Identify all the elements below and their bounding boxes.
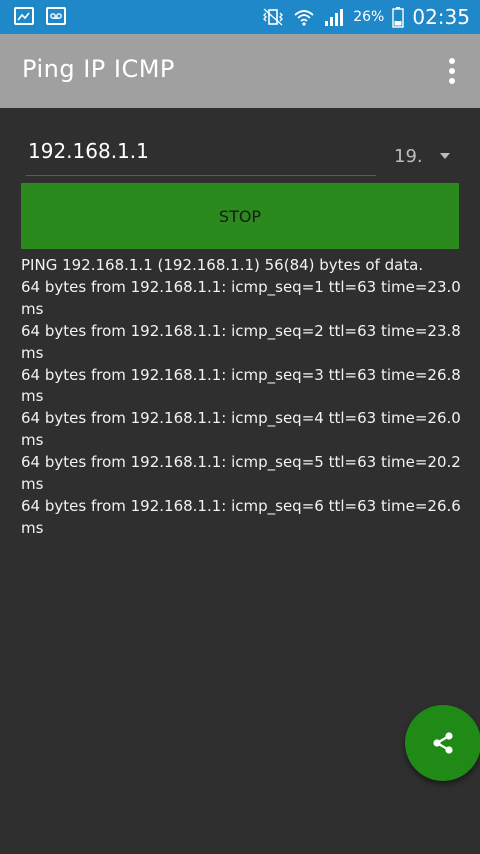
output-line: 64 bytes from 192.168.1.1: icmp_seq=5 tt… bbox=[21, 453, 461, 494]
clock: 02:35 bbox=[412, 5, 470, 29]
system-indicators: 26% 02:35 bbox=[261, 0, 470, 34]
output-line: 64 bytes from 192.168.1.1: icmp_seq=1 tt… bbox=[21, 277, 461, 318]
share-button[interactable] bbox=[405, 705, 480, 781]
output-line: 64 bytes from 192.168.1.1: icmp_seq=3 tt… bbox=[21, 365, 461, 406]
ping-output: PING 192.168.1.1 (192.168.1.1) 56(84) by… bbox=[21, 255, 461, 540]
app-toolbar: Ping IP ICMP bbox=[0, 34, 480, 108]
app-title: Ping IP ICMP bbox=[22, 55, 175, 83]
output-line: 64 bytes from 192.168.1.1: icmp_seq=2 tt… bbox=[21, 321, 461, 362]
cellular-signal-icon bbox=[325, 9, 344, 26]
status-bar: 26% 02:35 bbox=[0, 0, 480, 34]
battery-percentage: 26% bbox=[353, 9, 385, 25]
share-icon bbox=[433, 732, 453, 754]
voicemail-notification-icon bbox=[46, 7, 66, 25]
dropdown-arrow-icon bbox=[440, 153, 450, 159]
ping-count-dropdown[interactable]: 19. bbox=[388, 140, 460, 174]
ip-address-input[interactable] bbox=[26, 132, 376, 176]
stop-button[interactable]: STOP bbox=[21, 183, 459, 249]
battery-icon bbox=[392, 7, 405, 28]
gallery-notification-icon bbox=[14, 7, 34, 25]
output-line: PING 192.168.1.1 (192.168.1.1) 56(84) by… bbox=[21, 256, 424, 274]
wifi-icon bbox=[294, 10, 314, 26]
vibrate-mode-icon bbox=[263, 8, 284, 26]
ping-count-value: 19. bbox=[394, 146, 423, 167]
output-line: 64 bytes from 192.168.1.1: icmp_seq=6 tt… bbox=[21, 496, 461, 537]
notification-icons bbox=[14, 7, 66, 25]
output-line: 64 bytes from 192.168.1.1: icmp_seq=4 tt… bbox=[21, 409, 461, 450]
overflow-menu-icon[interactable] bbox=[448, 58, 456, 84]
